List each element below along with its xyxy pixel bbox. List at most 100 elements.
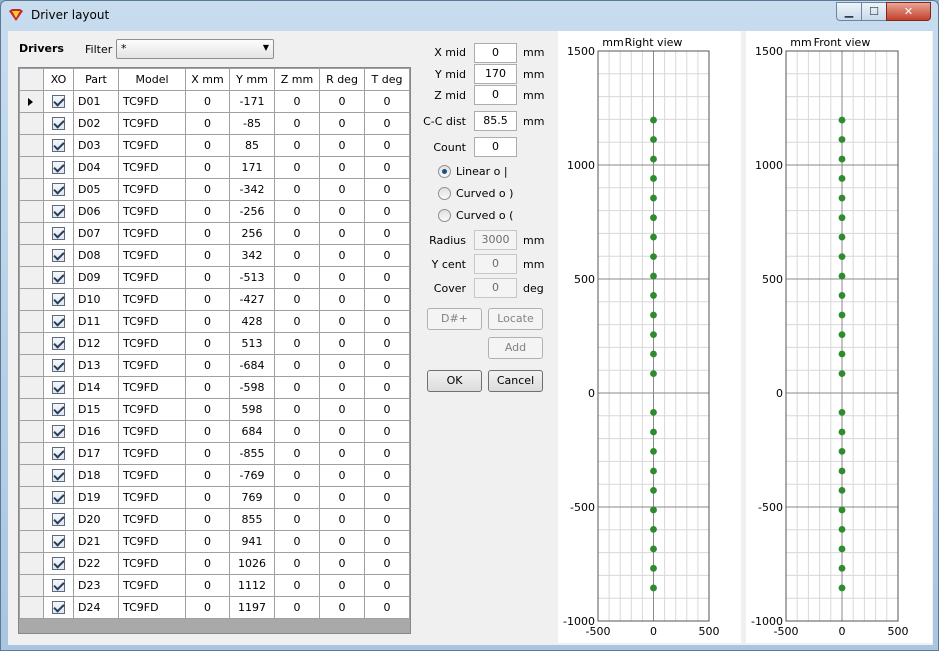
table-row[interactable]: D15 TC9FD 0 598 0 0 0 bbox=[19, 398, 410, 421]
part-cell[interactable]: D16 bbox=[73, 420, 119, 443]
part-cell[interactable]: D21 bbox=[73, 530, 119, 553]
z-cell[interactable]: 0 bbox=[274, 552, 320, 575]
xo-checkbox[interactable] bbox=[52, 315, 65, 329]
part-cell[interactable]: D18 bbox=[73, 464, 119, 487]
y-cell[interactable]: 684 bbox=[229, 420, 275, 443]
title-bar[interactable]: Driver layout ▁ ☐ ✕ bbox=[1, 1, 938, 31]
z-cell[interactable]: 0 bbox=[274, 464, 320, 487]
z-cell[interactable]: 0 bbox=[274, 156, 320, 179]
r-cell[interactable]: 0 bbox=[319, 398, 365, 421]
z-cell[interactable]: 0 bbox=[274, 420, 320, 443]
table-row[interactable]: D01 TC9FD 0 -171 0 0 0 bbox=[19, 90, 410, 113]
r-cell[interactable]: 0 bbox=[319, 244, 365, 267]
column-header-y-mm[interactable]: Y mm bbox=[229, 68, 275, 91]
z-cell[interactable]: 0 bbox=[274, 112, 320, 135]
model-cell[interactable]: TC9FD bbox=[118, 178, 186, 201]
count-input[interactable]: 0 bbox=[474, 137, 517, 157]
table-row[interactable]: D21 TC9FD 0 941 0 0 0 bbox=[19, 530, 410, 553]
t-cell[interactable]: 0 bbox=[364, 552, 410, 575]
part-cell[interactable]: D11 bbox=[73, 310, 119, 333]
part-cell[interactable]: D03 bbox=[73, 134, 119, 157]
x-cell[interactable]: 0 bbox=[185, 200, 230, 223]
x-cell[interactable]: 0 bbox=[185, 398, 230, 421]
row-header[interactable] bbox=[19, 354, 44, 377]
model-cell[interactable]: TC9FD bbox=[118, 552, 186, 575]
z-cell[interactable]: 0 bbox=[274, 354, 320, 377]
x-cell[interactable]: 0 bbox=[185, 156, 230, 179]
y-cell[interactable]: 171 bbox=[229, 156, 275, 179]
x-cell[interactable]: 0 bbox=[185, 288, 230, 311]
xo-checkbox[interactable] bbox=[52, 337, 65, 351]
z-cell[interactable]: 0 bbox=[274, 90, 320, 113]
z-mid-input[interactable]: 0 bbox=[474, 85, 517, 105]
column-header-xo[interactable]: XO bbox=[43, 68, 74, 91]
xo-checkbox[interactable] bbox=[52, 205, 65, 219]
x-cell[interactable]: 0 bbox=[185, 90, 230, 113]
xo-checkbox[interactable] bbox=[52, 139, 65, 153]
table-row[interactable]: D08 TC9FD 0 342 0 0 0 bbox=[19, 244, 410, 267]
cc-dist-input[interactable]: 85.5 bbox=[474, 111, 517, 131]
row-header[interactable] bbox=[19, 420, 44, 443]
part-cell[interactable]: D09 bbox=[73, 266, 119, 289]
xo-checkbox[interactable] bbox=[52, 513, 65, 527]
model-cell[interactable]: TC9FD bbox=[118, 244, 186, 267]
t-cell[interactable]: 0 bbox=[364, 332, 410, 355]
table-row[interactable]: D02 TC9FD 0 -85 0 0 0 bbox=[19, 112, 410, 135]
z-cell[interactable]: 0 bbox=[274, 310, 320, 333]
table-row[interactable]: D22 TC9FD 0 1026 0 0 0 bbox=[19, 552, 410, 575]
model-cell[interactable]: TC9FD bbox=[118, 134, 186, 157]
part-cell[interactable]: D17 bbox=[73, 442, 119, 465]
row-header[interactable] bbox=[19, 552, 44, 575]
z-cell[interactable]: 0 bbox=[274, 266, 320, 289]
z-cell[interactable]: 0 bbox=[274, 178, 320, 201]
part-cell[interactable]: D13 bbox=[73, 354, 119, 377]
part-cell[interactable]: D07 bbox=[73, 222, 119, 245]
r-cell[interactable]: 0 bbox=[319, 200, 365, 223]
row-header[interactable] bbox=[19, 244, 44, 267]
row-header[interactable] bbox=[19, 398, 44, 421]
table-row[interactable]: D24 TC9FD 0 1197 0 0 0 bbox=[19, 596, 410, 619]
z-cell[interactable]: 0 bbox=[274, 442, 320, 465]
r-cell[interactable]: 0 bbox=[319, 552, 365, 575]
x-cell[interactable]: 0 bbox=[185, 508, 230, 531]
model-cell[interactable]: TC9FD bbox=[118, 354, 186, 377]
xo-checkbox[interactable] bbox=[52, 579, 65, 593]
table-row[interactable]: D19 TC9FD 0 769 0 0 0 bbox=[19, 486, 410, 509]
table-row[interactable]: D09 TC9FD 0 -513 0 0 0 bbox=[19, 266, 410, 289]
r-cell[interactable]: 0 bbox=[319, 442, 365, 465]
column-header-t-deg[interactable]: T deg bbox=[364, 68, 410, 91]
table-row[interactable]: D12 TC9FD 0 513 0 0 0 bbox=[19, 332, 410, 355]
y-cell[interactable]: -342 bbox=[229, 178, 275, 201]
r-cell[interactable]: 0 bbox=[319, 112, 365, 135]
t-cell[interactable]: 0 bbox=[364, 376, 410, 399]
xo-checkbox[interactable] bbox=[52, 117, 65, 131]
r-cell[interactable]: 0 bbox=[319, 266, 365, 289]
xo-checkbox[interactable] bbox=[52, 491, 65, 505]
curved-out-radio[interactable] bbox=[438, 187, 451, 200]
t-cell[interactable]: 0 bbox=[364, 222, 410, 245]
add-button[interactable]: Add bbox=[488, 337, 543, 359]
z-cell[interactable]: 0 bbox=[274, 222, 320, 245]
r-cell[interactable]: 0 bbox=[319, 486, 365, 509]
y-cell[interactable]: 85 bbox=[229, 134, 275, 157]
xo-checkbox[interactable] bbox=[52, 601, 65, 615]
x-cell[interactable]: 0 bbox=[185, 552, 230, 575]
y-cell[interactable]: 428 bbox=[229, 310, 275, 333]
part-cell[interactable]: D20 bbox=[73, 508, 119, 531]
column-header-part[interactable]: Part bbox=[73, 68, 119, 91]
model-cell[interactable]: TC9FD bbox=[118, 200, 186, 223]
xo-checkbox[interactable] bbox=[52, 271, 65, 285]
part-cell[interactable]: D04 bbox=[73, 156, 119, 179]
close-button[interactable]: ✕ bbox=[886, 2, 931, 21]
model-cell[interactable]: TC9FD bbox=[118, 596, 186, 619]
xo-checkbox[interactable] bbox=[52, 447, 65, 461]
r-cell[interactable]: 0 bbox=[319, 420, 365, 443]
x-cell[interactable]: 0 bbox=[185, 354, 230, 377]
part-cell[interactable]: D08 bbox=[73, 244, 119, 267]
r-cell[interactable]: 0 bbox=[319, 288, 365, 311]
t-cell[interactable]: 0 bbox=[364, 508, 410, 531]
x-cell[interactable]: 0 bbox=[185, 530, 230, 553]
filter-dropdown[interactable]: * ▼ bbox=[116, 39, 274, 59]
xo-checkbox[interactable] bbox=[52, 249, 65, 263]
z-cell[interactable]: 0 bbox=[274, 574, 320, 597]
